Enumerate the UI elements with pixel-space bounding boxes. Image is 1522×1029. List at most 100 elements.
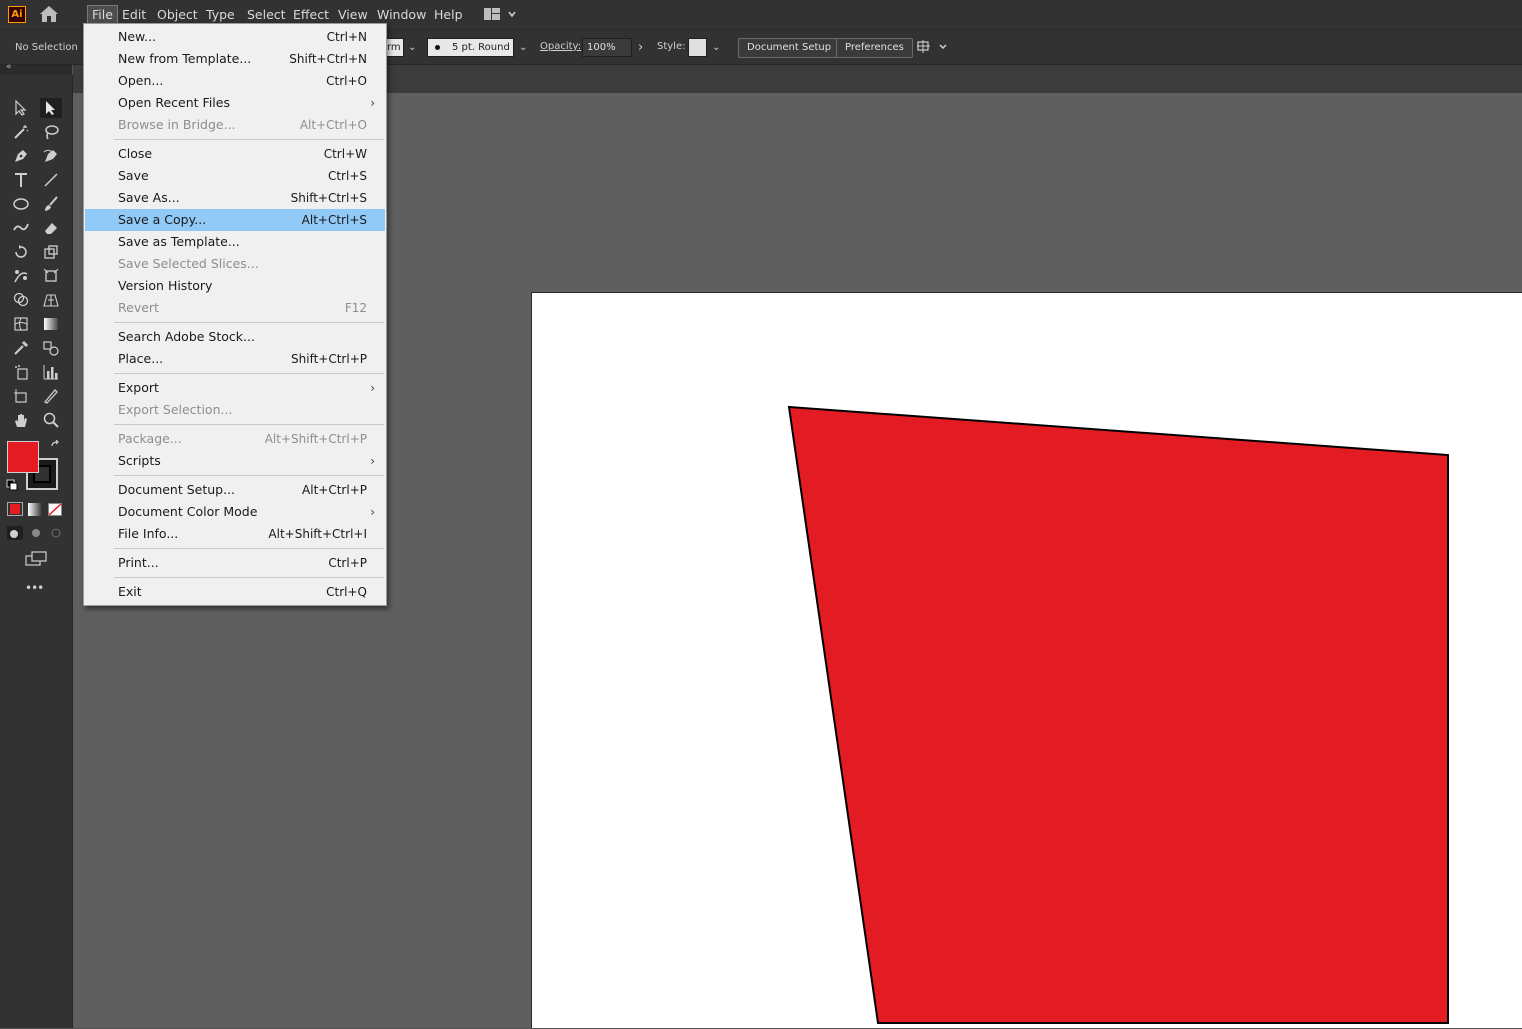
menu-item-open[interactable]: Open... Ctrl+O [85,70,385,92]
selection-tool-icon[interactable] [10,98,32,118]
submenu-arrow-icon: › [370,381,375,395]
color-mode-button[interactable] [7,502,23,516]
symbol-sprayer-tool-icon[interactable] [10,362,32,382]
menu-item-new[interactable]: New... Ctrl+N [85,26,385,48]
menu-view[interactable]: View [334,5,372,24]
direct-selection-tool-icon[interactable] [40,98,62,118]
rotate-tool-icon[interactable] [10,242,32,262]
menu-item-scripts[interactable]: Scripts › [85,450,385,472]
menu-item-exit[interactable]: Exit Ctrl+Q [85,581,385,603]
menu-help[interactable]: Help [430,5,467,24]
lasso-tool-icon[interactable] [40,122,62,142]
menu-item-search-adobe-stock[interactable]: Search Adobe Stock... [85,326,385,348]
menu-item-label: Revert [118,300,159,315]
menu-item-save[interactable]: Save Ctrl+S [85,165,385,187]
menu-item-save-as-template[interactable]: Save as Template... [85,231,385,253]
zoom-tool-icon[interactable] [40,410,62,430]
gradient-mode-icon[interactable] [28,503,42,516]
menu-separator [114,577,384,578]
menu-edit[interactable]: Edit [118,5,150,24]
menu-item-close[interactable]: Close Ctrl+W [85,143,385,165]
artboard-content [787,405,1449,1024]
preferences-button[interactable]: Preferences [836,38,913,58]
puppet-warp-tool-icon[interactable] [10,266,32,286]
menu-item-label: Document Setup... [118,482,236,497]
artboard-tool-icon[interactable] [10,386,32,406]
ellipse-tool-icon[interactable] [10,194,32,214]
opacity-field[interactable]: 100% [582,38,632,57]
edit-toolbar-icon[interactable]: ••• [25,581,44,595]
free-transform-tool-icon[interactable] [40,266,62,286]
file-menu-dropdown: New... Ctrl+N New from Template... Shift… [83,23,387,606]
menu-window[interactable]: Window [373,5,430,24]
panel-collapse-bar[interactable]: « [0,62,72,75]
line-segment-tool-icon[interactable] [40,170,62,190]
menu-item-version-history[interactable]: Version History [85,275,385,297]
menu-file[interactable]: File [87,5,118,24]
menu-item-new-from-template[interactable]: New from Template... Shift+Ctrl+N [85,48,385,70]
artboard[interactable] [531,292,1522,1028]
menu-separator [114,139,384,140]
fill-color-swatch[interactable] [7,441,39,473]
none-mode-icon[interactable] [48,503,62,516]
menu-item-document-setup[interactable]: Document Setup... Alt+Ctrl+P [85,479,385,501]
brush-dot-icon [435,45,440,50]
gradient-tool-icon[interactable] [40,314,62,334]
scale-tool-icon[interactable] [40,242,62,262]
menu-item-label: Export [118,380,159,395]
menu-separator [114,475,384,476]
mesh-tool-icon[interactable] [10,314,32,334]
menu-item-save-as[interactable]: Save As... Shift+Ctrl+S [85,187,385,209]
draw-normal-icon[interactable] [7,526,23,540]
eraser-tool-icon[interactable] [40,218,62,238]
menu-type[interactable]: Type [202,5,239,24]
paintbrush-tool-icon[interactable] [40,194,62,214]
slice-tool-icon[interactable] [40,386,62,406]
perspective-grid-tool-icon[interactable] [40,290,62,310]
menu-item-print[interactable]: Print... Ctrl+P [85,552,385,574]
eyedropper-tool-icon[interactable] [10,338,32,358]
document-setup-button[interactable]: Document Setup [738,38,841,58]
default-fill-stroke-icon[interactable] [6,479,18,491]
submenu-arrow-icon: › [370,96,375,110]
menu-effect[interactable]: Effect [289,5,333,24]
column-graph-tool-icon[interactable] [40,362,62,382]
workspace-switcher-icon[interactable] [484,7,518,21]
brush-label: 5 pt. Round [452,42,510,53]
home-icon[interactable] [38,4,60,24]
variable-width-profile[interactable]: rm [384,38,404,57]
collapse-arrows-icon[interactable]: « [6,62,12,72]
menu-item-file-info[interactable]: File Info... Alt+Shift+Ctrl+I [85,523,385,545]
shaper-tool-icon[interactable] [10,218,32,238]
menu-object[interactable]: Object [153,5,202,24]
red-quadrilateral-shape[interactable] [787,405,1449,1024]
menu-item-place[interactable]: Place... Shift+Ctrl+P [85,348,385,370]
pen-tool-icon[interactable] [10,146,32,166]
menu-item-document-color-mode[interactable]: Document Color Mode › [85,501,385,523]
menu-item-shortcut: Shift+Ctrl+N [289,52,367,66]
swap-fill-stroke-icon[interactable] [50,440,62,452]
menu-item-open-recent-files[interactable]: Open Recent Files › [85,92,385,114]
menu-select[interactable]: Select [243,5,290,24]
menu-item-label: Save a Copy... [118,212,207,227]
chevron-down-icon[interactable]: ⌄ [519,42,527,53]
menu-item-shortcut: Shift+Ctrl+P [291,352,367,366]
blend-tool-icon[interactable] [40,338,62,358]
chevron-down-icon[interactable]: ⌄ [712,42,720,53]
brush-definition[interactable]: 5 pt. Round [427,38,514,57]
graphic-style-swatch[interactable] [688,38,707,57]
hand-tool-icon[interactable] [10,410,32,430]
draw-behind-icon[interactable] [28,526,44,540]
shape-builder-tool-icon[interactable] [10,290,32,310]
menu-item-save-a-copy[interactable]: Save a Copy... Alt+Ctrl+S [85,209,385,231]
change-screen-mode-icon[interactable] [25,551,47,567]
chevron-right-icon[interactable]: › [638,40,643,55]
draw-inside-icon[interactable] [48,526,64,540]
chevron-down-icon[interactable]: ⌄ [408,42,416,53]
arrange-documents-icon[interactable] [916,39,950,55]
curvature-tool-icon[interactable] [40,146,62,166]
type-tool-icon[interactable] [10,170,32,190]
opacity-label[interactable]: Opacity: [540,41,581,52]
menu-item-export[interactable]: Export › [85,377,385,399]
magic-wand-tool-icon[interactable] [10,122,32,142]
